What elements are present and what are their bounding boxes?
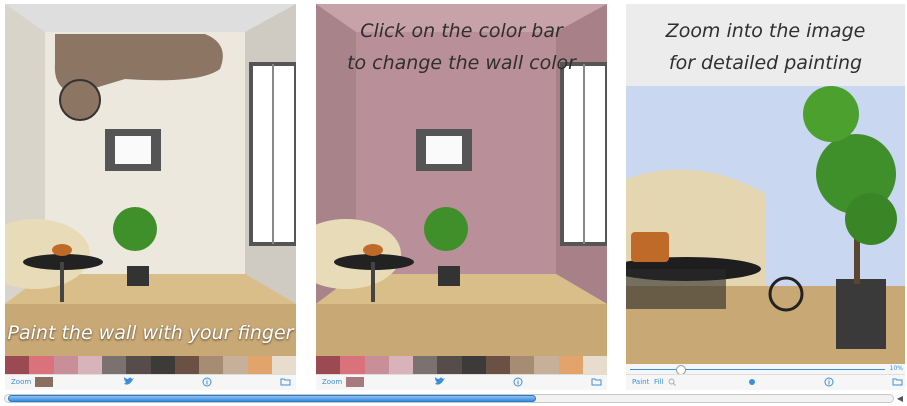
panel-caption-line2: for detailed painting [668, 52, 863, 74]
zoom-slider-track [630, 369, 885, 370]
color-swatch[interactable] [316, 356, 341, 374]
color-swatch[interactable] [558, 356, 583, 374]
screenshot-panel-color-bar: Click on the color bar to change the wal… [316, 4, 607, 390]
bottom-toolbar: Zoom [316, 374, 607, 390]
zoom-button[interactable]: Zoom [322, 378, 342, 386]
color-bar[interactable] [316, 356, 607, 374]
bottom-toolbar: Paint Fill [626, 374, 905, 390]
bottom-toolbar: Zoom [5, 374, 296, 390]
color-swatch[interactable] [340, 356, 365, 374]
horizontal-scrollbar[interactable]: ◀ [4, 393, 907, 404]
color-swatch[interactable] [5, 356, 30, 374]
color-swatch[interactable] [247, 356, 272, 374]
zoom-button[interactable]: Zoom [11, 378, 31, 386]
search-icon[interactable] [668, 378, 676, 388]
color-swatch[interactable] [510, 356, 535, 374]
color-swatch[interactable] [150, 356, 175, 374]
fill-button[interactable]: Fill [654, 378, 663, 386]
color-swatch[interactable] [582, 356, 607, 374]
panel-caption-line2: to change the wall color [347, 52, 576, 74]
info-icon[interactable] [202, 377, 212, 389]
panel-caption: Paint the wall with your finger [7, 322, 294, 344]
color-swatch[interactable] [77, 356, 102, 374]
twitter-icon[interactable] [123, 376, 135, 389]
paint-button[interactable]: Paint [632, 378, 649, 386]
color-swatch[interactable] [437, 356, 462, 374]
color-swatch[interactable] [388, 356, 413, 374]
color-swatch[interactable] [485, 356, 510, 374]
color-swatch[interactable] [102, 356, 127, 374]
color-bar[interactable] [5, 356, 296, 374]
folder-icon[interactable] [591, 377, 602, 388]
record-icon[interactable] [748, 378, 756, 388]
scroll-left-arrow-icon[interactable]: ◀ [894, 393, 906, 404]
panel-caption-line1: Zoom into the image [665, 20, 866, 42]
info-icon[interactable] [513, 377, 523, 389]
zoom-percent-label: 10% [889, 365, 903, 372]
info-icon[interactable] [824, 377, 834, 389]
twitter-icon[interactable] [434, 376, 446, 389]
color-swatch[interactable] [199, 356, 224, 374]
color-swatch[interactable] [271, 356, 296, 374]
panel-caption-line1: Click on the color bar [360, 20, 563, 42]
color-swatch[interactable] [223, 356, 248, 374]
current-color-indicator [35, 377, 53, 387]
folder-icon[interactable] [892, 377, 903, 388]
color-swatch[interactable] [53, 356, 78, 374]
current-color-indicator [346, 377, 364, 387]
color-swatch[interactable] [413, 356, 438, 374]
screenshot-panel-zoom: Zoom into the image for detailed paintin… [626, 4, 905, 390]
color-swatch[interactable] [29, 356, 54, 374]
color-swatch[interactable] [461, 356, 486, 374]
zoom-slider[interactable]: 10% [626, 364, 905, 375]
color-swatch[interactable] [534, 356, 559, 374]
color-swatch[interactable] [364, 356, 389, 374]
folder-icon[interactable] [280, 377, 291, 388]
color-swatch[interactable] [174, 356, 199, 374]
color-swatch[interactable] [126, 356, 151, 374]
screenshot-panel-paint: Paint the wall with your finger Zoom [5, 4, 296, 390]
scrollbar-thumb[interactable] [8, 395, 536, 402]
